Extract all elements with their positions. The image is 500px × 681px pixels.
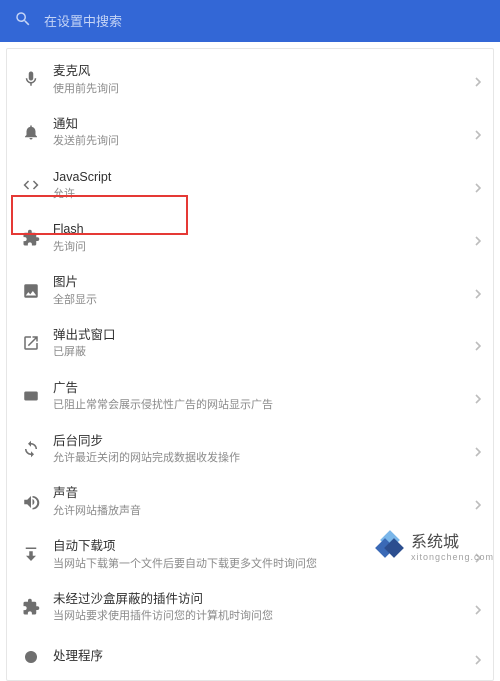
row-subtitle: 当网站要求使用插件访问您的计算机时询问您 xyxy=(53,609,475,623)
row-title: 图片 xyxy=(53,274,475,292)
settings-row-sync[interactable]: 后台同步允许最近关闭的网站完成数据收发操作 xyxy=(7,423,493,476)
chevron-right-icon xyxy=(475,602,481,612)
row-title: Flash xyxy=(53,221,475,239)
row-title: 通知 xyxy=(53,116,475,134)
row-title: 后台同步 xyxy=(53,433,475,451)
chevron-right-icon xyxy=(475,286,481,296)
chevron-right-icon xyxy=(475,338,481,348)
chevron-right-icon xyxy=(475,652,481,662)
search-bar[interactable] xyxy=(0,0,500,42)
row-subtitle: 已阻止常常会展示侵扰性广告的网站显示广告 xyxy=(53,398,475,412)
code-icon xyxy=(17,176,45,194)
row-subtitle: 使用前先询问 xyxy=(53,82,475,96)
row-subtitle: 全部显示 xyxy=(53,293,475,307)
row-title: 广告 xyxy=(53,380,475,398)
settings-row-bell[interactable]: 通知发送前先询问 xyxy=(7,106,493,159)
row-texts: 麦克风使用前先询问 xyxy=(45,63,475,96)
row-texts: 未经过沙盒屏蔽的插件访问当网站要求使用插件访问您的计算机时询问您 xyxy=(45,591,475,624)
row-texts: Flash先询问 xyxy=(45,221,475,254)
chevron-right-icon xyxy=(475,180,481,190)
settings-row-ad[interactable]: 广告已阻止常常会展示侵扰性广告的网站显示广告 xyxy=(7,370,493,423)
row-title: JavaScript xyxy=(53,169,475,187)
row-texts: 自动下载项当网站下载第一个文件后要自动下载更多文件时询问您 xyxy=(45,538,475,571)
image-icon xyxy=(17,282,45,300)
row-texts: 处理程序 xyxy=(45,648,475,667)
bell-icon xyxy=(17,123,45,141)
settings-row-mic[interactable]: 麦克风使用前先询问 xyxy=(7,53,493,106)
settings-row-popup[interactable]: 弹出式窗口已屏蔽 xyxy=(7,317,493,370)
ad-icon xyxy=(17,387,45,405)
chevron-right-icon xyxy=(475,497,481,507)
row-texts: 通知发送前先询问 xyxy=(45,116,475,149)
row-texts: JavaScript允许 xyxy=(45,169,475,202)
puzzle-icon xyxy=(17,598,45,616)
chevron-right-icon xyxy=(475,444,481,454)
popup-icon xyxy=(17,334,45,352)
row-subtitle: 允许最近关闭的网站完成数据收发操作 xyxy=(53,451,475,465)
row-subtitle: 已屏蔽 xyxy=(53,345,475,359)
sync-icon xyxy=(17,440,45,458)
chevron-right-icon xyxy=(475,391,481,401)
row-subtitle: 先询问 xyxy=(53,240,475,254)
settings-row-puzzle[interactable]: Flash先询问 xyxy=(7,211,493,264)
row-subtitle: 允许 xyxy=(53,187,475,201)
chevron-right-icon xyxy=(475,74,481,84)
search-input[interactable] xyxy=(44,14,486,29)
chevron-right-icon xyxy=(475,127,481,137)
settings-row-puzzle[interactable]: 未经过沙盒屏蔽的插件访问当网站要求使用插件访问您的计算机时询问您 xyxy=(7,581,493,634)
chevron-right-icon xyxy=(475,233,481,243)
settings-row-image[interactable]: 图片全部显示 xyxy=(7,264,493,317)
row-subtitle: 允许网站播放声音 xyxy=(53,504,475,518)
row-texts: 后台同步允许最近关闭的网站完成数据收发操作 xyxy=(45,433,475,466)
mic-icon xyxy=(17,70,45,88)
chevron-right-icon xyxy=(475,550,481,560)
search-icon xyxy=(14,10,32,33)
volume-icon xyxy=(17,493,45,511)
row-title: 麦克风 xyxy=(53,63,475,81)
row-texts: 广告已阻止常常会展示侵扰性广告的网站显示广告 xyxy=(45,380,475,413)
settings-row-code[interactable]: JavaScript允许 xyxy=(7,159,493,212)
row-title: 处理程序 xyxy=(53,648,475,666)
row-title: 弹出式窗口 xyxy=(53,327,475,345)
row-title: 自动下载项 xyxy=(53,538,475,556)
row-texts: 声音允许网站播放声音 xyxy=(45,485,475,518)
settings-row-volume[interactable]: 声音允许网站播放声音 xyxy=(7,475,493,528)
row-subtitle: 发送前先询问 xyxy=(53,134,475,148)
settings-panel: 麦克风使用前先询问通知发送前先询问JavaScript允许Flash先询问图片全… xyxy=(6,48,494,681)
row-texts: 图片全部显示 xyxy=(45,274,475,307)
row-texts: 弹出式窗口已屏蔽 xyxy=(45,327,475,360)
settings-row-handle[interactable]: 处理程序 xyxy=(7,634,493,680)
row-title: 未经过沙盒屏蔽的插件访问 xyxy=(53,591,475,609)
puzzle-icon xyxy=(17,229,45,247)
handle-icon xyxy=(17,648,45,666)
download-icon xyxy=(17,546,45,564)
row-title: 声音 xyxy=(53,485,475,503)
settings-row-download[interactable]: 自动下载项当网站下载第一个文件后要自动下载更多文件时询问您 xyxy=(7,528,493,581)
